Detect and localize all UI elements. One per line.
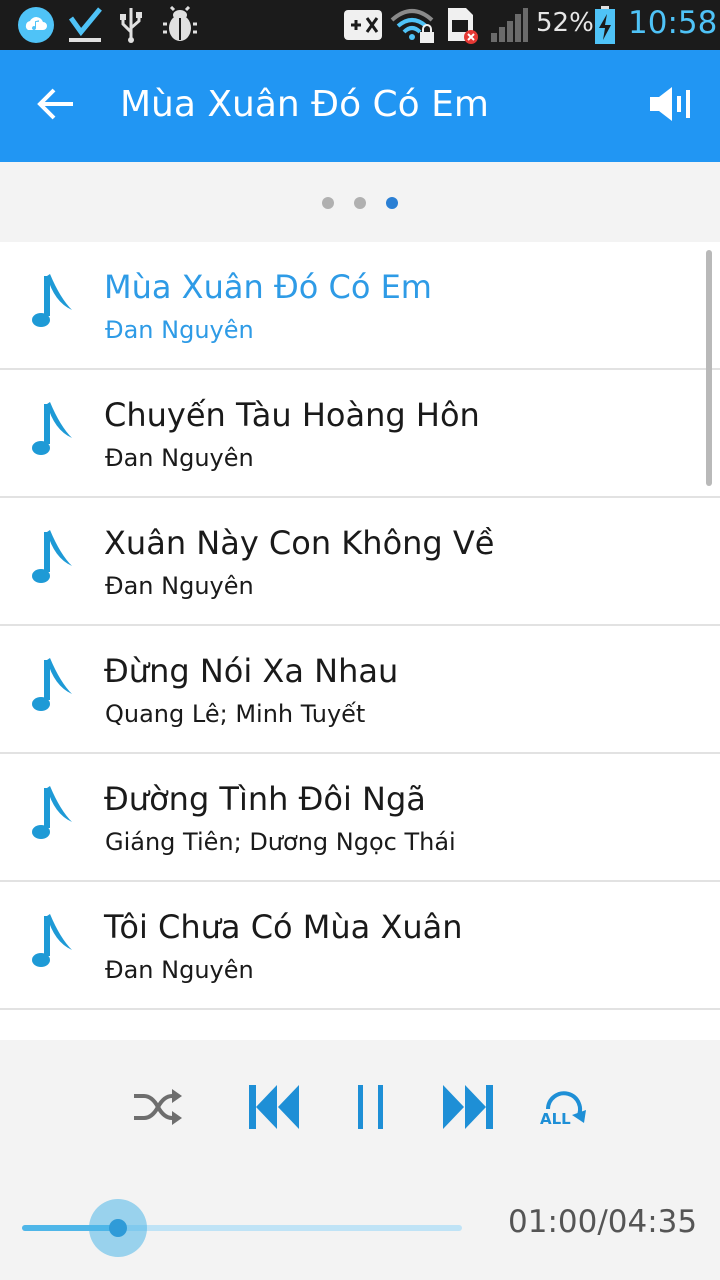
seek-bar[interactable] [22, 1199, 462, 1257]
repeat-mode-label: ALL [540, 1110, 571, 1128]
volume-button[interactable] [644, 82, 700, 130]
next-button[interactable] [438, 1080, 498, 1138]
song-title: Đừng Nói Xa Nhau [104, 652, 399, 690]
page-title: Mùa Xuân Đó Có Em [120, 84, 489, 125]
page-indicator [0, 162, 720, 242]
music-note-icon [30, 656, 80, 716]
page-dot-active[interactable] [386, 197, 398, 209]
previous-button[interactable] [244, 1080, 304, 1138]
song-title: Tôi Chưa Có Mùa Xuân [104, 908, 463, 946]
song-title: Mùa Xuân Đó Có Em [104, 268, 432, 306]
seek-knob[interactable] [109, 1219, 127, 1237]
battery-percent: 52% [536, 8, 594, 38]
song-artist: Giáng Tiên; Dương Ngọc Thái [105, 828, 456, 856]
song-artist: Đan Nguyên [105, 444, 254, 472]
song-artist: Đan Nguyên [105, 572, 254, 600]
signal-icon [488, 5, 530, 45]
song-item-partial[interactable] [0, 1010, 720, 1040]
music-note-icon [30, 272, 80, 332]
scrollbar-thumb[interactable] [706, 250, 712, 486]
volume-icon [648, 86, 696, 126]
song-list[interactable]: Mùa Xuân Đó Có Em Đan Nguyên Chuyến Tàu … [0, 242, 720, 1040]
clock: 10:58 [628, 5, 718, 41]
song-item[interactable]: Chuyến Tàu Hoàng Hôn Đan Nguyên [0, 370, 720, 498]
song-item[interactable]: Đừng Nói Xa Nhau Quang Lê; Minh Tuyết [0, 626, 720, 754]
pause-button[interactable] [346, 1080, 396, 1138]
repeat-button[interactable]: ALL [536, 1086, 592, 1132]
bug-icon [160, 5, 200, 45]
song-title: Xuân Này Con Không Về [104, 524, 495, 562]
back-button[interactable] [28, 78, 84, 134]
song-item-current[interactable]: Mùa Xuân Đó Có Em Đan Nguyên [0, 242, 720, 370]
repeat-all-icon: ALL [538, 1087, 590, 1131]
arrow-left-icon [37, 88, 75, 124]
status-bar: 52% 10:58 [0, 0, 720, 50]
music-note-icon [30, 400, 80, 460]
wifi-lock-icon [390, 5, 436, 45]
song-artist: Quang Lê; Minh Tuyết [105, 700, 366, 728]
player-controls: ALL 01:00/04:35 [0, 1040, 720, 1280]
song-item[interactable]: Đường Tình Đôi Ngã Giáng Tiên; Dương Ngọ… [0, 754, 720, 882]
time-readout: 01:00/04:35 [508, 1204, 698, 1240]
song-artist: Đan Nguyên [105, 956, 254, 984]
music-note-icon [30, 528, 80, 588]
music-note-icon [30, 784, 80, 844]
music-note-icon [30, 912, 80, 972]
gamepad-icon [342, 5, 384, 45]
shuffle-icon [132, 1087, 184, 1131]
skip-previous-icon [247, 1082, 301, 1136]
checkmark-icon [66, 5, 104, 45]
cloud-music-icon [16, 5, 56, 45]
shuffle-button[interactable] [128, 1084, 188, 1134]
page-dot[interactable] [354, 197, 366, 209]
song-title: Chuyến Tàu Hoàng Hôn [104, 396, 480, 434]
page-dot[interactable] [322, 197, 334, 209]
song-title: Đường Tình Đôi Ngã [104, 780, 426, 818]
skip-next-icon [441, 1082, 495, 1136]
song-item[interactable]: Tôi Chưa Có Mùa Xuân Đan Nguyên [0, 882, 720, 1010]
song-artist: Đan Nguyên [105, 316, 254, 344]
pause-icon [356, 1082, 386, 1136]
sim-error-icon [444, 5, 480, 45]
app-bar: Mùa Xuân Đó Có Em [0, 50, 720, 162]
song-item[interactable]: Xuân Này Con Không Về Đan Nguyên [0, 498, 720, 626]
usb-icon [116, 5, 146, 45]
battery-charging-icon [592, 5, 618, 45]
